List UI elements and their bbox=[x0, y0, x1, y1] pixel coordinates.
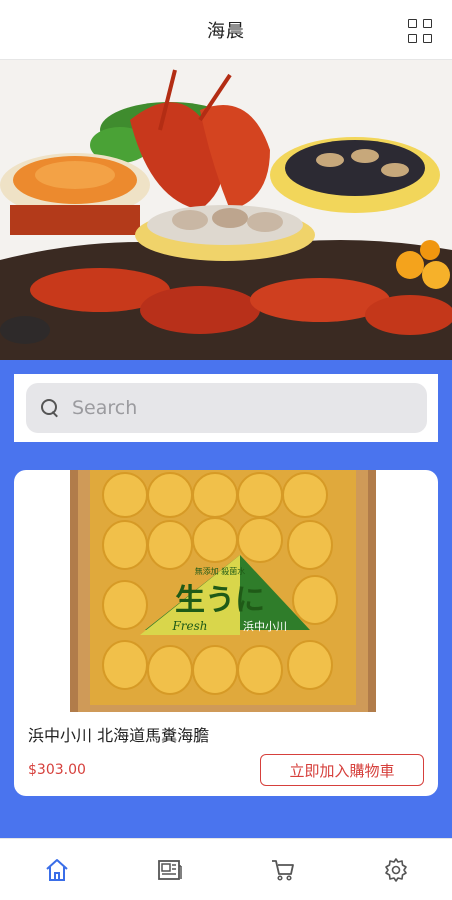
app-header: 海晨 bbox=[0, 0, 452, 60]
seafood-platter-image bbox=[0, 60, 452, 360]
news-icon bbox=[157, 859, 182, 880]
product-name[interactable]: 浜中小川 北海道馬糞海膽 bbox=[28, 722, 209, 746]
add-to-cart-button[interactable]: 立即加入購物車 bbox=[260, 754, 424, 786]
tab-home[interactable] bbox=[29, 842, 85, 898]
cart-icon bbox=[271, 859, 294, 881]
search-bar bbox=[14, 374, 438, 442]
tab-orders[interactable] bbox=[142, 842, 198, 898]
gear-icon bbox=[384, 857, 407, 882]
search-input[interactable] bbox=[72, 397, 402, 419]
label-top: 無添加 殺菌水 bbox=[195, 566, 246, 576]
label-main: 生うに bbox=[175, 583, 265, 618]
label-brand: 浜中小川 bbox=[243, 620, 287, 633]
home-icon bbox=[45, 858, 68, 881]
product-image: 生うに Fresh 浜中小川 無添加 殺菌水 bbox=[70, 470, 376, 712]
grid-icon[interactable] bbox=[408, 19, 432, 43]
label-sub: Fresh bbox=[171, 619, 207, 633]
search-field[interactable] bbox=[26, 383, 427, 433]
tab-cart[interactable] bbox=[255, 842, 311, 898]
page-title: 海晨 bbox=[207, 20, 245, 42]
tab-settings[interactable] bbox=[368, 842, 424, 898]
product-price: $303.00 bbox=[28, 762, 86, 778]
search-icon bbox=[40, 398, 60, 418]
product-card[interactable]: 生うに Fresh 浜中小川 無添加 殺菌水 浜中小川 北海道馬糞海膽 $303… bbox=[14, 470, 438, 796]
bottom-tab-bar bbox=[0, 838, 452, 900]
hero-banner bbox=[0, 60, 452, 360]
